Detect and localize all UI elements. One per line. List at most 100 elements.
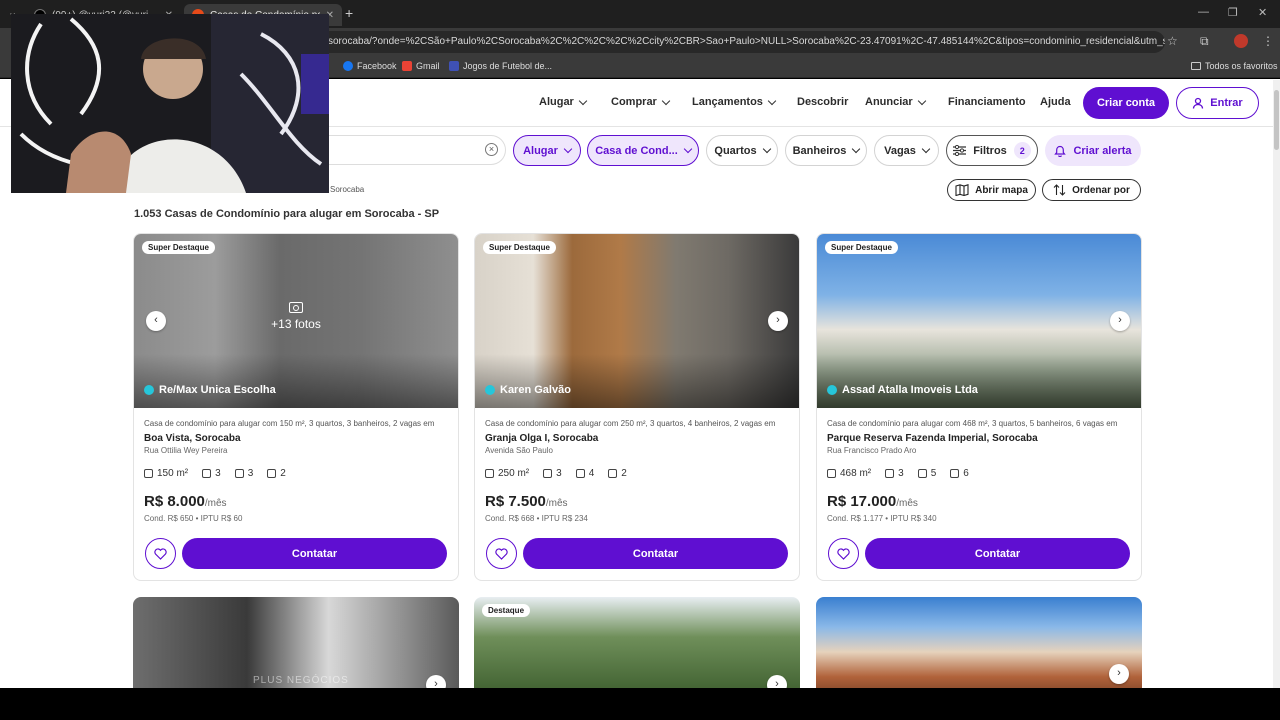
- minimize-icon[interactable]: —: [1198, 6, 1209, 18]
- agency-name: Re/Max Unica Escolha: [144, 384, 276, 396]
- favorite-button[interactable]: [828, 538, 859, 569]
- filters-button[interactable]: Filtros 2: [946, 135, 1038, 166]
- filter-property-type[interactable]: Casa de Cond...: [587, 135, 699, 166]
- listing-price: R$ 8.000/mês: [144, 493, 227, 510]
- extensions-icon[interactable]: ⧉: [1200, 34, 1209, 49]
- bookmark-gmail[interactable]: Gmail: [402, 61, 440, 71]
- nav-ajuda[interactable]: Ajuda: [1040, 96, 1071, 108]
- filter-count-badge: 2: [1013, 142, 1031, 159]
- photo-watermark: PLUS NEGÓCIOS: [253, 675, 349, 686]
- login-button[interactable]: Entrar: [1176, 87, 1259, 119]
- contact-button[interactable]: Contatar: [523, 538, 788, 569]
- feature-value: 2: [280, 468, 286, 479]
- photo-prev-button[interactable]: ‹: [146, 311, 166, 331]
- feature-value: 150 m²: [157, 468, 189, 479]
- new-tab-icon[interactable]: +: [345, 5, 353, 21]
- more-photos-label: +13 fotos: [271, 317, 321, 331]
- photo-next-button[interactable]: ›: [426, 675, 446, 688]
- highlight-badge: Super Destaque: [483, 241, 556, 254]
- photo-next-button[interactable]: ›: [1110, 311, 1130, 331]
- nav-comprar[interactable]: Comprar: [611, 96, 671, 108]
- bed-icon: [202, 469, 212, 478]
- nav-label: Ajuda: [1040, 96, 1071, 108]
- maximize-icon[interactable]: ❐: [1228, 6, 1238, 19]
- webcam-overlay: [11, 14, 329, 193]
- location-search-input[interactable]: [320, 135, 506, 165]
- chevron-down-icon: [578, 96, 588, 105]
- listing-card[interactable]: Super Destaque › Assad Atalla Imoveis Lt…: [816, 233, 1142, 581]
- listing-photo[interactable]: [475, 234, 799, 408]
- breadcrumb[interactable]: Sorocaba: [330, 185, 364, 194]
- heart-icon: [495, 547, 508, 560]
- car-icon: [267, 469, 277, 478]
- photo-next-button[interactable]: ›: [1109, 664, 1129, 684]
- feature-value: 468 m²: [840, 468, 872, 479]
- listing-card-partial[interactable]: PLUS NEGÓCIOS ›: [133, 597, 459, 688]
- listing-street: Rua Francisco Prado Aro: [827, 446, 917, 455]
- price-period: /mês: [896, 498, 918, 509]
- highlight-badge: Super Destaque: [142, 241, 215, 254]
- login-label: Entrar: [1210, 97, 1243, 109]
- chip-label: Filtros: [973, 144, 1007, 157]
- nav-label: Financiamento: [948, 96, 1026, 108]
- feature-parking: 2: [267, 468, 286, 479]
- create-account-button[interactable]: Criar conta: [1083, 87, 1169, 119]
- chevron-down-icon: [917, 96, 926, 105]
- sort-button[interactable]: Ordenar por: [1042, 179, 1141, 201]
- listing-card-partial[interactable]: Destaque ›: [474, 597, 800, 688]
- nav-lancamentos[interactable]: Lançamentos: [692, 96, 777, 108]
- nav-label: Comprar: [611, 96, 657, 108]
- agency-label: Karen Galvão: [500, 384, 571, 396]
- nav-anunciar[interactable]: Anunciar: [865, 96, 926, 108]
- filter-baths[interactable]: Banheiros: [785, 135, 867, 166]
- filter-transaction-type[interactable]: Alugar: [513, 135, 581, 166]
- listing-features: 468 m² 3 5 6: [827, 468, 969, 479]
- area-icon: [485, 469, 494, 478]
- nav-alugar[interactable]: Alugar: [539, 96, 588, 108]
- scrollbar-thumb[interactable]: [1274, 90, 1279, 150]
- bookmark-label: Todos os favoritos: [1205, 61, 1278, 71]
- bookmark-jogos[interactable]: Jogos de Futebol de...: [449, 61, 552, 71]
- verified-icon: [827, 385, 837, 395]
- menu-icon[interactable]: ⋮: [1262, 34, 1274, 48]
- bed-icon: [543, 469, 553, 478]
- address-bar[interactable]: sorocaba/?onde=%2CSão+Paulo%2CSorocaba%2…: [220, 31, 1165, 53]
- favorite-button[interactable]: [145, 538, 176, 569]
- listing-price: R$ 17.000/mês: [827, 493, 918, 510]
- feature-baths: 3: [234, 468, 253, 479]
- bookmark-star-icon[interactable]: ☆: [1167, 34, 1178, 48]
- chevron-down-icon: [762, 144, 771, 154]
- bookmark-facebook[interactable]: Facebook: [343, 61, 397, 71]
- feature-baths: 5: [917, 468, 936, 479]
- listing-photo[interactable]: [817, 234, 1141, 408]
- listing-card[interactable]: Super Destaque +13 fotos ‹ Re/Max Unica …: [133, 233, 459, 581]
- filter-parking[interactable]: Vagas: [874, 135, 939, 166]
- nav-financiamento[interactable]: Financiamento: [948, 96, 1026, 108]
- scrollbar-track[interactable]: [1273, 80, 1280, 688]
- close-window-icon[interactable]: ✕: [1258, 6, 1267, 19]
- chip-label: Banheiros: [792, 144, 847, 157]
- clear-search-icon[interactable]: ×: [485, 143, 498, 156]
- feature-value: 250 m²: [498, 468, 530, 479]
- contact-button[interactable]: Contatar: [865, 538, 1130, 569]
- listing-features: 150 m² 3 3 2: [144, 468, 286, 479]
- more-photos-overlay[interactable]: +13 fotos: [269, 302, 323, 331]
- profile-avatar[interactable]: [1234, 34, 1248, 48]
- nav-descobrir[interactable]: Descobrir: [797, 96, 848, 108]
- chip-label: Quartos: [714, 144, 757, 157]
- feature-area: 150 m²: [144, 468, 188, 479]
- open-map-button[interactable]: Abrir mapa: [947, 179, 1036, 201]
- all-bookmarks[interactable]: Todos os favoritos: [1191, 61, 1278, 71]
- create-alert-button[interactable]: Criar alerta: [1045, 135, 1141, 166]
- chevron-down-icon: [683, 144, 693, 154]
- listing-card-partial[interactable]: ›: [816, 597, 1142, 688]
- filter-rooms[interactable]: Quartos: [706, 135, 778, 166]
- map-icon: [955, 184, 969, 196]
- photo-next-button[interactable]: ›: [767, 675, 787, 688]
- photo-next-button[interactable]: ›: [768, 311, 788, 331]
- listing-neighborhood: Parque Reserva Fazenda Imperial, Sorocab…: [827, 433, 1038, 444]
- favorite-button[interactable]: [486, 538, 517, 569]
- contact-button[interactable]: Contatar: [182, 538, 447, 569]
- listing-card[interactable]: Super Destaque › Karen Galvão Casa de co…: [474, 233, 800, 581]
- agency-name: Karen Galvão: [485, 384, 571, 396]
